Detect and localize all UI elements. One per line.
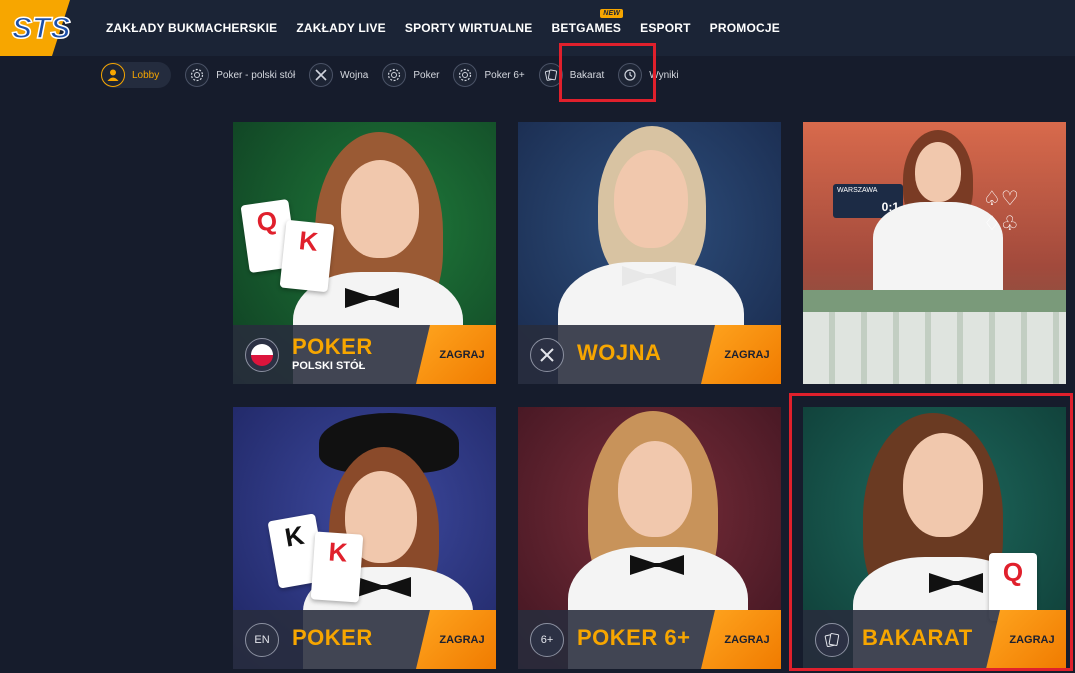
game-card-bakarat[interactable]: Q BAKARAT ZAGRAJ bbox=[803, 407, 1066, 669]
top-header: STS ZAKŁADY BUKMACHERSKIE ZAKŁADY LIVE S… bbox=[0, 0, 1075, 56]
play-button[interactable]: ZAGRAJ bbox=[701, 610, 781, 669]
poker-chip-icon: 6+ bbox=[530, 623, 564, 657]
game-card-poker-polski-stol[interactable]: Q K POKER POLSKI STÓŁ ZAGRAJ bbox=[233, 122, 496, 384]
play-button[interactable]: ZAGRAJ bbox=[416, 325, 496, 384]
game-card-wojna[interactable]: WOJNA ZAGRAJ bbox=[518, 122, 781, 384]
subnav-label: Bakarat bbox=[569, 69, 605, 81]
card-title: POKER 6+ bbox=[577, 625, 691, 650]
card-title: BAKARAT bbox=[862, 625, 973, 650]
game-card-live-table[interactable]: WARSZAWA 0:1 ♤♡ ♢♧ bbox=[803, 122, 1066, 384]
poland-flag-icon bbox=[245, 338, 279, 372]
subnav-wojna[interactable]: Wojna bbox=[309, 62, 368, 88]
crossed-swords-icon bbox=[530, 338, 564, 372]
game-card-poker[interactable]: K K EN POKER ZAGRAJ bbox=[233, 407, 496, 669]
play-button[interactable]: ZAGRAJ bbox=[701, 325, 781, 384]
play-button[interactable]: ZAGRAJ bbox=[986, 610, 1066, 669]
nav-esport[interactable]: ESPORT bbox=[640, 21, 691, 35]
history-icon bbox=[618, 63, 643, 87]
subnav-label: Poker bbox=[413, 69, 440, 81]
main-nav: ZAKŁADY BUKMACHERSKIE ZAKŁADY LIVE SPORT… bbox=[106, 0, 799, 56]
subnav-lobby[interactable]: Lobby bbox=[101, 62, 172, 88]
nav-zaklady-bukmacherskie[interactable]: ZAKŁADY BUKMACHERSKIE bbox=[106, 21, 277, 35]
games-subnav: Lobby Poker - polski stół Wojna Poker Po… bbox=[101, 62, 693, 88]
svg-text:STS: STS bbox=[12, 12, 70, 45]
subnav-wyniki[interactable]: Wyniki bbox=[618, 62, 679, 88]
subnav-bakarat[interactable]: Bakarat bbox=[538, 62, 605, 88]
scoreboard-table-name: WARSZAWA bbox=[837, 187, 878, 194]
nav-sporty-wirtualne[interactable]: SPORTY WIRTUALNE bbox=[405, 21, 533, 35]
subnav-poker-6plus[interactable]: Poker 6+ bbox=[453, 62, 525, 88]
crossed-swords-icon bbox=[309, 63, 334, 87]
nav-zaklady-live[interactable]: ZAKŁADY LIVE bbox=[296, 21, 386, 35]
card-title: POKER bbox=[292, 625, 373, 650]
game-card-poker-6plus[interactable]: 6+ POKER 6+ ZAGRAJ bbox=[518, 407, 781, 669]
poker-chip-icon bbox=[185, 63, 210, 87]
subnav-label: Wyniki bbox=[649, 69, 679, 81]
subnav-label: Lobby bbox=[132, 69, 160, 81]
subnav-label: Poker - polski stół bbox=[216, 69, 296, 81]
play-button[interactable]: ZAGRAJ bbox=[416, 610, 496, 669]
subnav-poker-polski-stol[interactable]: Poker - polski stół bbox=[185, 62, 295, 88]
card-title: WOJNA bbox=[577, 340, 662, 365]
cards-icon bbox=[538, 63, 563, 87]
subnav-label: Poker 6+ bbox=[484, 69, 525, 81]
nav-betgames[interactable]: BETGAMES NEW bbox=[552, 9, 624, 35]
nav-promocje[interactable]: PROMOCJE bbox=[710, 21, 780, 35]
card-title: POKER bbox=[292, 334, 373, 359]
sts-logo[interactable]: STS bbox=[0, 0, 88, 56]
card-suits-icon: ♤♡ ♢♧ bbox=[983, 188, 1019, 235]
live-table-image: WARSZAWA 0:1 ♤♡ ♢♧ bbox=[803, 122, 1066, 384]
subnav-label: Wojna bbox=[340, 69, 369, 81]
cards-icon bbox=[815, 623, 849, 657]
new-badge: NEW bbox=[600, 9, 624, 18]
dealer-icon bbox=[101, 63, 125, 87]
poker-chip-icon bbox=[453, 63, 478, 87]
card-subtitle: POLSKI STÓŁ bbox=[292, 360, 366, 372]
subnav-poker[interactable]: Poker bbox=[382, 62, 439, 88]
poker-chip-icon bbox=[382, 63, 407, 87]
poker-chip-icon: EN bbox=[245, 623, 279, 657]
